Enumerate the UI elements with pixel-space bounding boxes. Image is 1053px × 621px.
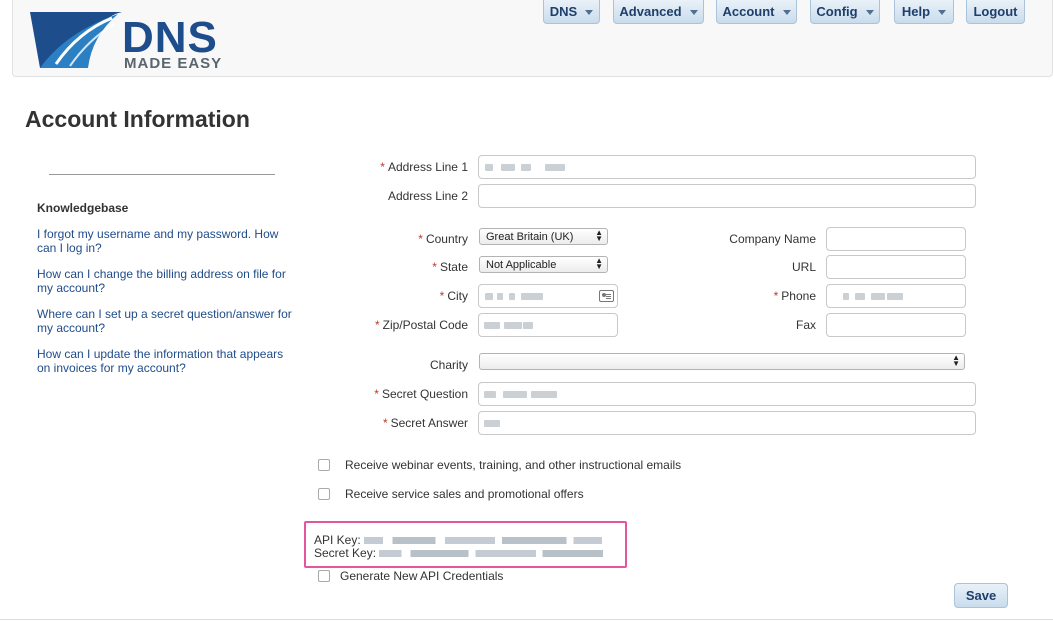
country-value: Great Britain (UK) xyxy=(486,230,574,243)
secret-answer-field[interactable] xyxy=(478,411,976,435)
chevron-down-icon xyxy=(585,10,594,15)
save-button[interactable]: Save xyxy=(954,583,1008,608)
footer-divider xyxy=(0,619,1053,620)
knowledgebase-heading: Knowledgebase xyxy=(37,201,129,215)
sales-option-label: Receive service sales and promotional of… xyxy=(345,487,584,501)
zip-field[interactable] xyxy=(478,313,618,337)
nav-help-label: Help xyxy=(901,4,931,19)
state-label: * State xyxy=(432,260,468,274)
charity-label: Charity xyxy=(429,358,468,372)
nav-config-button[interactable]: Config xyxy=(810,0,880,24)
sales-checkbox[interactable] xyxy=(318,488,330,500)
nav-account-label: Account xyxy=(722,4,775,19)
state-value: Not Applicable xyxy=(486,258,557,271)
generate-credentials-label: Generate New API Credentials xyxy=(340,569,504,583)
state-select[interactable]: Not Applicable ▲ ▼ xyxy=(479,256,608,273)
nav-advanced-button[interactable]: Advanced xyxy=(613,0,704,24)
address2-field[interactable] xyxy=(478,184,976,208)
charity-select[interactable]: ▲ ▼ xyxy=(479,353,965,370)
select-arrows-icon: ▲ ▼ xyxy=(952,353,960,368)
contact-card-icon[interactable] xyxy=(599,290,614,302)
kb-link-secret-question[interactable]: Where can I set up a secret question/ans… xyxy=(37,307,292,335)
api-key-value-redacted xyxy=(364,537,603,545)
nav-help-button[interactable]: Help xyxy=(894,0,954,24)
sidebar-divider xyxy=(49,174,275,175)
secret-key-value-redacted xyxy=(379,550,604,558)
city-field[interactable] xyxy=(478,284,618,308)
generate-credentials-checkbox[interactable] xyxy=(318,570,330,582)
nav-dns-label: DNS xyxy=(549,4,578,19)
nav-dns-button[interactable]: DNS xyxy=(543,0,600,24)
page-title: Account Information xyxy=(25,106,250,132)
dns-made-easy-logo[interactable]: DNS MADE EASY xyxy=(26,6,266,72)
select-arrows-icon: ▲ ▼ xyxy=(595,228,603,243)
url-field[interactable] xyxy=(826,255,966,279)
company-label: Company Name xyxy=(729,232,816,246)
select-arrows-icon: ▲ ▼ xyxy=(595,256,603,271)
nav-advanced-label: Advanced xyxy=(619,4,682,19)
chevron-down-icon xyxy=(938,10,947,15)
kb-link-invoice-info[interactable]: How can I update the information that ap… xyxy=(37,347,292,375)
country-select[interactable]: Great Britain (UK) ▲ ▼ xyxy=(479,228,608,245)
secret-question-field[interactable] xyxy=(478,382,976,406)
api-key-label: API Key: xyxy=(314,533,361,547)
kb-link-billing-address[interactable]: How can I change the billing address on … xyxy=(37,267,292,295)
secret-question-label: * Secret Question xyxy=(374,387,468,401)
country-label: * Country xyxy=(418,232,468,246)
webinar-checkbox[interactable] xyxy=(318,459,330,471)
logo-sub-text: MADE EASY xyxy=(124,55,222,72)
webinar-option-label: Receive webinar events, training, and ot… xyxy=(345,458,682,472)
fax-field[interactable] xyxy=(826,313,966,337)
address1-label: * Address Line 1 xyxy=(380,160,468,174)
address1-field[interactable] xyxy=(478,155,976,179)
chevron-down-icon xyxy=(782,10,791,15)
secret-key-row: Secret Key: xyxy=(314,546,604,560)
api-credentials-box: API Key: Secret Key: xyxy=(304,521,627,568)
url-label: URL xyxy=(791,260,816,274)
city-label: * City xyxy=(439,289,468,303)
nav-config-label: Config xyxy=(816,4,858,19)
address2-label: Address Line 2 xyxy=(387,189,468,203)
api-key-row: API Key: xyxy=(314,533,603,547)
nav-account-button[interactable]: Account xyxy=(716,0,797,24)
chevron-down-icon xyxy=(689,10,698,15)
nav-logout-label: Logout xyxy=(973,4,1018,19)
phone-label: * Phone xyxy=(773,289,816,303)
secret-key-label: Secret Key: xyxy=(314,546,377,560)
secret-answer-label: * Secret Answer xyxy=(382,416,468,430)
company-field[interactable] xyxy=(826,227,966,251)
nav-logout-button[interactable]: Logout xyxy=(966,0,1025,24)
phone-field[interactable] xyxy=(826,284,966,308)
fax-label: Fax xyxy=(795,318,816,332)
kb-link-forgot-login[interactable]: I forgot my username and my password. Ho… xyxy=(37,227,292,255)
zip-label: * Zip/Postal Code xyxy=(374,318,468,332)
chevron-down-icon xyxy=(865,10,874,15)
